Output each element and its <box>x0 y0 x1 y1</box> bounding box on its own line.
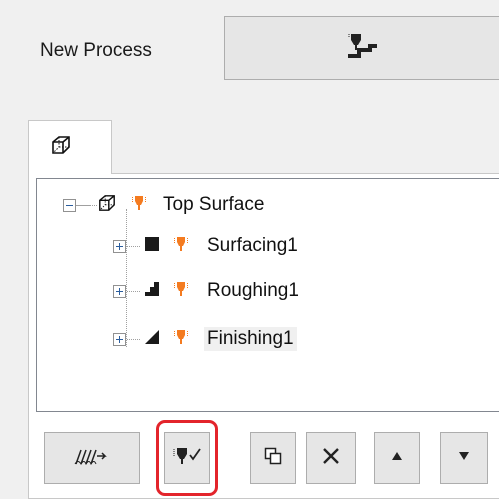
tool-step-icon <box>341 29 383 68</box>
expand-toggle[interactable] <box>113 284 126 298</box>
expand-toggle[interactable] <box>113 239 126 253</box>
delete-x-icon <box>321 446 341 471</box>
move-up-icon <box>390 449 404 467</box>
delete-button[interactable] <box>306 432 356 484</box>
process-tree[interactable]: Top Surface Surfacing1 Roughing1 Finishi… <box>36 178 499 412</box>
tree-item-roughing[interactable]: Roughing1 <box>113 276 302 306</box>
expand-toggle[interactable] <box>113 332 126 346</box>
tool-orange-icon <box>172 235 190 258</box>
move-down-icon <box>457 449 471 467</box>
tree-item-label: Top Surface <box>163 194 265 215</box>
tree-connector <box>127 338 140 340</box>
collapse-toggle[interactable] <box>63 198 76 212</box>
tree-item-finishing[interactable]: Finishing1 <box>113 324 297 354</box>
hatch-toolpath-icon <box>72 445 112 472</box>
box-3d-icon <box>98 194 116 217</box>
steps-icon <box>144 281 160 302</box>
tool-orange-icon <box>172 328 190 351</box>
tree-item-root[interactable]: Top Surface <box>63 190 267 220</box>
move-down-button[interactable] <box>440 432 488 484</box>
tree-item-label: Finishing1 <box>204 327 297 351</box>
copy-icon <box>264 447 282 470</box>
move-up-button[interactable] <box>374 432 420 484</box>
tree-item-label: Roughing1 <box>207 280 299 301</box>
square-filled-icon <box>144 236 160 257</box>
tool-orange-icon <box>172 280 190 303</box>
new-process-button[interactable] <box>224 16 499 80</box>
tree-connector <box>127 245 140 247</box>
triangle-icon <box>144 329 160 350</box>
tree-connector <box>127 290 140 292</box>
tree-connector <box>77 204 97 206</box>
tab-3d-view[interactable] <box>28 120 112 174</box>
tree-item-surfacing[interactable]: Surfacing1 <box>113 231 301 261</box>
box-3d-icon <box>51 135 71 160</box>
toolpath-button[interactable] <box>44 432 140 484</box>
highlight-annotation <box>156 420 218 496</box>
tool-orange-icon <box>130 194 148 217</box>
tree-item-label: Surfacing1 <box>207 235 298 256</box>
copy-button[interactable] <box>250 432 296 484</box>
new-process-label: New Process <box>40 40 152 61</box>
